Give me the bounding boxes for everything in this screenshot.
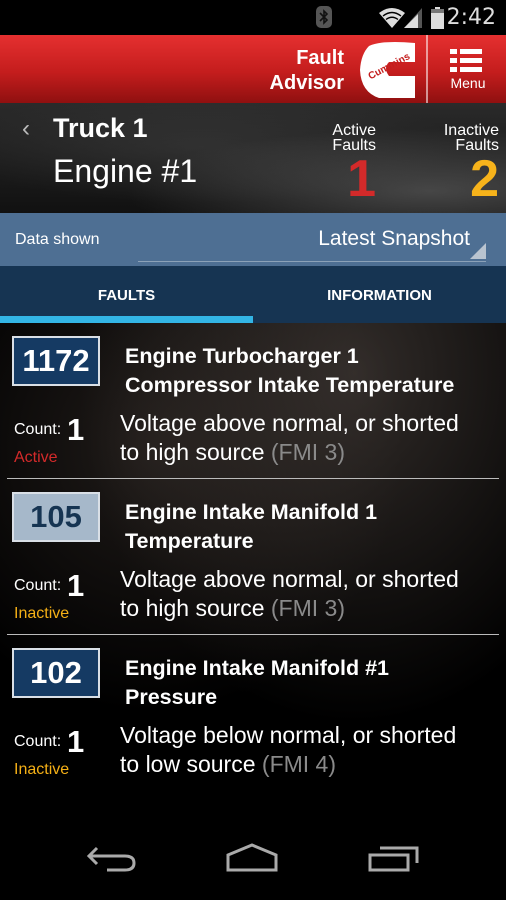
- tab-faults-label: FAULTS: [97, 287, 156, 304]
- fault-desc-line2: to low source: [120, 751, 256, 777]
- fault-desc-line1: Voltage above normal, or shorted: [120, 566, 459, 592]
- fault-list-item[interactable]: 1172 Engine Turbocharger 1 Compressor In…: [0, 323, 506, 479]
- fault-list-item[interactable]: 102 Engine Intake Manifold #1 Pressure C…: [0, 635, 506, 791]
- fault-code-badge: 102: [12, 648, 100, 698]
- bluetooth-icon: [316, 6, 332, 28]
- active-faults-label-1: Active: [332, 122, 376, 139]
- fault-title-line1: Engine Intake Manifold #1: [125, 656, 390, 680]
- fault-desc-line1: Voltage below normal, or shorted: [120, 722, 457, 748]
- app-title: Fault Advisor: [270, 46, 344, 96]
- fault-description: Voltage above normal, or shorted to high…: [120, 409, 459, 467]
- fault-title-line2: Compressor Intake Temperature: [125, 373, 455, 397]
- app-bar-divider: [426, 35, 428, 103]
- cummins-logo-icon: Cummins: [360, 42, 415, 98]
- fault-title-line2: Temperature: [125, 529, 254, 553]
- fault-title-line1: Engine Turbocharger 1: [125, 344, 359, 368]
- battery-icon: [431, 7, 444, 29]
- back-chevron-icon[interactable]: ‹: [22, 115, 30, 143]
- active-faults-summary: Active Faults 1: [332, 122, 376, 208]
- home-icon[interactable]: [222, 843, 282, 887]
- engine-name: Engine #1: [53, 153, 198, 189]
- status-bar: 2:42: [0, 0, 506, 35]
- fault-code-badge: 105: [12, 492, 100, 542]
- fault-title: Engine Intake Manifold #1 Pressure: [125, 654, 389, 712]
- fmi-code: (FMI 3): [270, 439, 345, 465]
- count-label: Count:: [14, 421, 62, 438]
- fault-status: Active: [14, 449, 58, 466]
- menu-list-icon: [450, 49, 482, 72]
- spinner-corner-icon: [470, 243, 486, 259]
- fault-list-item[interactable]: 105 Engine Intake Manifold 1 Temperature…: [0, 479, 506, 635]
- tab-information[interactable]: INFORMATION: [253, 266, 506, 323]
- fault-title: Engine Intake Manifold 1 Temperature: [125, 498, 377, 556]
- fault-list: 1172 Engine Turbocharger 1 Compressor In…: [0, 323, 506, 823]
- count-value: 1: [67, 724, 85, 759]
- menu-button[interactable]: Menu: [430, 35, 506, 103]
- fmi-code: (FMI 4): [261, 751, 337, 777]
- data-shown-bar: Data shown Latest Snapshot: [0, 213, 506, 266]
- fmi-code: (FMI 3): [270, 595, 345, 621]
- inactive-faults-label-1: Inactive: [443, 122, 499, 139]
- tab-faults[interactable]: FAULTS: [0, 266, 253, 323]
- clock: 2:42: [446, 5, 496, 30]
- recents-icon[interactable]: [366, 843, 424, 887]
- data-shown-value: Latest Snapshot: [318, 227, 470, 250]
- system-nav-bar: [0, 823, 506, 900]
- fault-status: Inactive: [14, 605, 70, 622]
- signal-icon: [404, 8, 422, 28]
- data-shown-spinner[interactable]: Latest Snapshot: [138, 221, 486, 262]
- fault-desc-line1: Voltage above normal, or shorted: [120, 410, 459, 436]
- vehicle-header: ‹ Truck 1 Engine #1 Active Faults 1 Inac…: [0, 103, 506, 213]
- app-bar: Fault Advisor Cummins Menu: [0, 35, 506, 103]
- fault-code-badge: 1172: [12, 336, 100, 386]
- fault-description: Voltage below normal, or shorted to low …: [120, 721, 456, 779]
- count-label: Count:: [14, 733, 62, 750]
- app-title-line1: Fault: [296, 47, 344, 69]
- count-label: Count:: [14, 577, 62, 594]
- fault-title-line2: Pressure: [125, 685, 218, 709]
- fault-title-line1: Engine Intake Manifold 1: [125, 500, 378, 524]
- tab-bar: FAULTS INFORMATION: [0, 266, 506, 323]
- fault-description: Voltage above normal, or shorted to high…: [120, 565, 459, 623]
- fault-status: Inactive: [14, 761, 70, 778]
- back-icon[interactable]: [85, 843, 141, 887]
- data-shown-label: Data shown: [15, 231, 100, 248]
- wifi-icon: [379, 8, 405, 28]
- fault-desc-line2: to high source: [120, 439, 265, 465]
- truck-name: Truck 1: [53, 113, 148, 143]
- inactive-faults-summary: Inactive Faults 2: [443, 122, 499, 208]
- fault-title: Engine Turbocharger 1 Compressor Intake …: [125, 342, 454, 400]
- tab-selected-indicator: [0, 316, 253, 323]
- count-value: 1: [67, 568, 85, 603]
- menu-label: Menu: [450, 75, 486, 91]
- app-title-line2: Advisor: [269, 72, 344, 94]
- active-faults-count: 1: [347, 150, 376, 208]
- count-value: 1: [67, 412, 85, 447]
- tab-information-label: INFORMATION: [327, 287, 432, 304]
- inactive-faults-count: 2: [470, 150, 499, 208]
- fault-desc-line2: to high source: [120, 595, 265, 621]
